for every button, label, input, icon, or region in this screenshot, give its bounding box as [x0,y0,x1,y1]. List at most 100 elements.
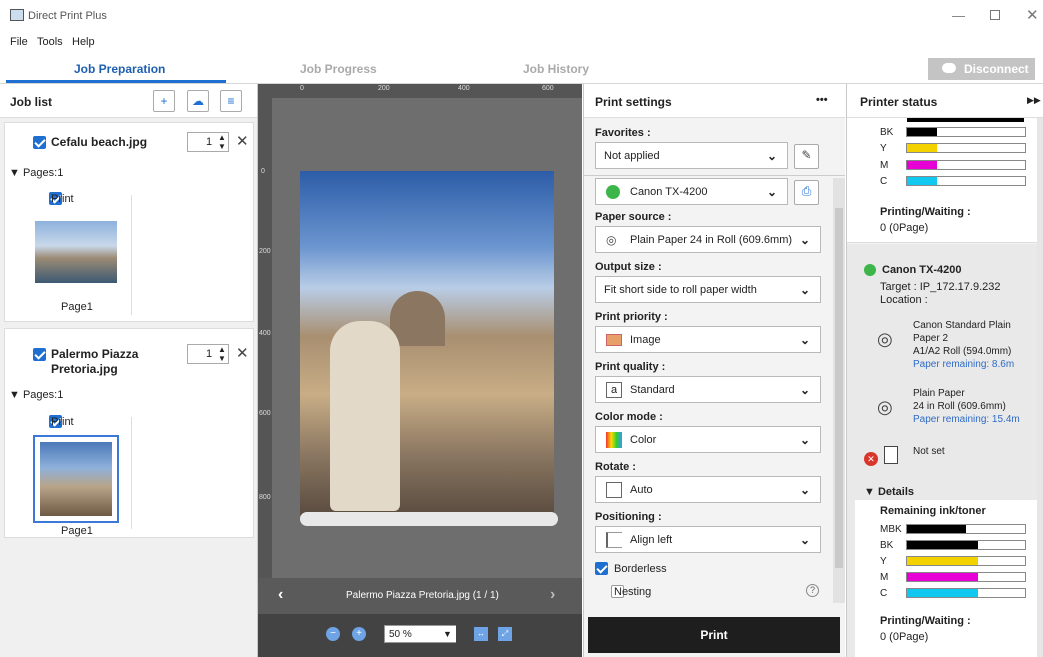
pages-toggle[interactable]: ▼ Pages:1 [9,389,63,401]
copies-stepper[interactable]: 1 ▲ ▼ [187,344,229,364]
zoom-select[interactable]: 50 % ▼ [384,625,456,643]
chevron-down-icon: ▼ [439,626,456,642]
ink-fill [907,573,978,581]
fit-page-icon[interactable]: ⤢ [498,627,512,641]
ruler-tick: 0 [261,168,265,175]
zoom-out-icon[interactable]: − [326,627,340,641]
tab-job-progress[interactable]: Job Progress [300,62,377,76]
collapse-panel-icon[interactable]: ▶▶ [1027,95,1041,106]
more-options-icon[interactable]: ••• [816,94,828,106]
job-select-checkbox[interactable] [33,136,46,149]
color-mode-select[interactable]: Color ⌄ [595,426,821,453]
maximize-button[interactable] [990,10,1000,20]
disconnect-button[interactable]: Disconnect [928,58,1035,80]
settings-header: Print settings ••• [584,84,845,118]
menu-file[interactable]: File [10,36,28,48]
preview-filename: Palermo Piazza Pretoria.jpg (1 / 1) [346,590,499,601]
paper-source-select[interactable]: ◎ Plain Paper 24 in Roll (609.6mm) ⌄ [595,226,821,253]
print-quality-value: Standard [630,384,675,396]
job-list-panel: Job list + ☁ ≡ Cefalu beach.jpg 1 ▲ ▼ ✕ ▼… [0,84,258,657]
ink-fill [907,177,937,185]
ink-label: C [880,588,888,599]
top-ruler: 0 200 400 600 [258,84,582,98]
chevron-down-icon: ⌄ [799,233,810,247]
print-settings-panel: Print settings ••• Favorites : Not appli… [583,84,845,657]
tab-job-history[interactable]: Job History [523,62,589,76]
ink-level-bar [906,176,1026,186]
page-divider [131,195,132,315]
positioning-select[interactable]: Align left ⌄ [595,526,821,553]
edit-favorites-icon[interactable]: ✎ [794,144,819,169]
ink-label: C [880,176,888,187]
paper-source-value: Plain Paper 24 in Roll (609.6mm) [630,234,793,246]
ruler-tick: 0 [300,85,304,92]
ink-level-bar [906,572,1026,582]
ink-level-bar [906,143,1026,153]
settings-title: Print settings [595,95,672,109]
add-file-icon[interactable]: + [153,90,175,112]
printer-select[interactable]: Canon TX-4200 ⌄ [595,178,788,205]
ink-label: Y [880,143,887,154]
page-thumbnail[interactable] [35,221,117,283]
output-size-select[interactable]: Fit short side to roll paper width ⌄ [595,276,821,303]
chevron-down-icon: ⌄ [799,483,810,497]
waiting-value: 0 (0Page) [880,222,929,234]
pages-toggle[interactable]: ▼ Pages:1 [9,167,63,179]
ruler-tick: 600 [259,410,271,417]
help-icon[interactable]: ? [806,584,819,597]
output-size-value: Fit short side to roll paper width [604,284,757,296]
minimize-button[interactable]: — [952,8,965,23]
menu-help[interactable]: Help [72,36,95,48]
remove-job-icon[interactable]: ✕ [236,132,249,150]
app-icon [10,9,24,21]
preview-image [300,171,554,515]
menu-tools[interactable]: Tools [37,36,63,48]
chevron-down-icon: ⌄ [799,383,810,397]
favorites-select[interactable]: Not applied ⌄ [595,142,788,169]
remove-job-icon[interactable]: ✕ [236,344,249,362]
job-item[interactable]: Cefalu beach.jpg 1 ▲ ▼ ✕ ▼ Pages:1 Print … [4,122,254,322]
tab-bar: Job Preparation Job Progress Job History… [0,52,1043,84]
scrollbar-thumb[interactable] [835,208,843,568]
copies-value: 1 [206,348,213,360]
printer-online-icon [864,264,876,276]
print-priority-label: Print priority : [595,311,668,323]
details-toggle[interactable]: ▼ Details [864,486,914,498]
error-icon: ✕ [864,452,878,466]
zoom-bar: − + 50 % ▼ ↔ ⤢ [258,614,582,657]
rotate-select[interactable]: Auto ⌄ [595,476,821,503]
print-button-label: Print [700,628,728,642]
settings-scrollbar[interactable] [833,178,845,603]
borderless-checkbox[interactable] [595,562,608,575]
tab-job-preparation[interactable]: Job Preparation [74,62,165,76]
copies-stepper[interactable]: 1 ▲ ▼ [187,132,229,152]
print-button[interactable]: Print [588,617,840,653]
page-label: Page1 [61,525,93,537]
nesting-label: Nesting [614,586,652,598]
add-cloud-icon[interactable]: ☁ [187,90,209,112]
next-page-icon[interactable]: › [550,586,555,604]
prev-page-icon[interactable]: ‹ [278,586,283,604]
job-select-checkbox[interactable] [33,348,46,361]
status-scrollbar[interactable] [1037,118,1043,657]
printer-name: Canon TX-4200 [882,264,962,276]
page-thumbnail-selected[interactable] [33,435,119,523]
stepper-arrows-icon: ▲ ▼ [218,133,226,151]
roll2-line1: Plain Paper [913,388,965,399]
close-button[interactable]: ✕ [1026,6,1039,24]
printer-status-icon [606,185,620,199]
printer-target: Target : IP_172.17.9.232 [880,281,1001,293]
roll3-value: Not set [913,446,945,457]
settings-divider [584,175,845,176]
fit-width-icon[interactable]: ↔ [474,627,488,641]
ink-label: Y [880,556,887,567]
page-divider [131,417,132,529]
printer-settings-icon[interactable]: ⎙ [794,180,819,205]
roll-2-icon: ◎ [877,397,893,417]
print-priority-select[interactable]: Image ⌄ [595,326,821,353]
job-item[interactable]: Palermo Piazza Pretoria.jpg 1 ▲ ▼ ✕ ▼ Pag… [4,328,254,538]
zoom-in-icon[interactable]: + [352,627,366,641]
ink-level-bar [906,588,1026,598]
list-view-icon[interactable]: ≡ [220,90,242,112]
print-quality-select[interactable]: a Standard ⌄ [595,376,821,403]
